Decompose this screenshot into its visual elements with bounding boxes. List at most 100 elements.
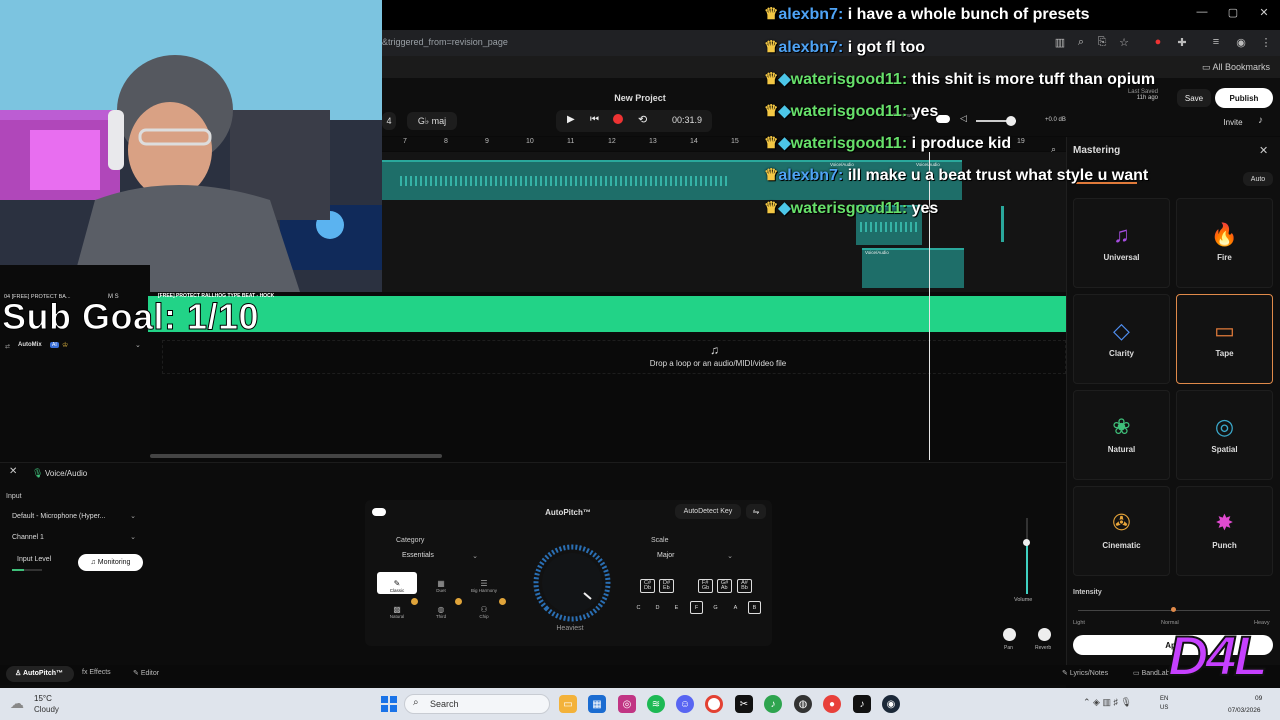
weather-temp[interactable]: 15°C xyxy=(34,694,52,703)
autodetect-key-button[interactable]: AutoDetect Key xyxy=(675,504,741,519)
media-icon[interactable]: ≡ xyxy=(1208,36,1224,48)
bookmark-star-icon[interactable]: ☆ xyxy=(1116,36,1132,49)
spotify-icon[interactable]: ≋ xyxy=(647,695,665,713)
mastering-preset-fire[interactable]: 🔥 Fire xyxy=(1176,198,1273,288)
autopitch-toggle[interactable] xyxy=(372,508,386,516)
menu-kebab-icon[interactable]: ⋮ xyxy=(1258,36,1274,49)
tab-editor[interactable]: ✎ Editor xyxy=(133,669,159,677)
key-a-sharp[interactable]: A# Bb xyxy=(737,579,752,593)
save-button[interactable]: Save xyxy=(1177,89,1211,107)
key-b[interactable]: B xyxy=(748,601,761,614)
tiktok-icon[interactable]: ♪ xyxy=(853,695,871,713)
windows-start-icon[interactable] xyxy=(381,696,397,712)
tab-autopitch[interactable]: ♙ AutoPitch™ xyxy=(15,669,63,677)
steam-icon[interactable]: ◉ xyxy=(882,695,900,713)
scale-select[interactable]: Major ⌄ xyxy=(651,548,739,563)
drop-zone[interactable] xyxy=(162,340,1066,374)
minimize-icon[interactable]: — xyxy=(1190,6,1214,18)
style-classic[interactable]: ✎ Classic xyxy=(377,572,417,594)
chat-username: alexbn7 xyxy=(778,6,838,23)
mastering-preset-tape[interactable]: ▭ Tape xyxy=(1176,294,1273,384)
project-title[interactable]: New Project xyxy=(600,93,680,103)
record-icon[interactable] xyxy=(613,114,623,124)
ruler-tick: 19 xyxy=(1017,138,1025,145)
maximize-icon[interactable]: ▢ xyxy=(1221,6,1245,19)
lyrics-button[interactable]: ✎ Lyrics/Notes xyxy=(1062,669,1108,677)
clock-date[interactable]: 07/03/2026 xyxy=(1228,707,1261,714)
clock-time[interactable]: 09 xyxy=(1255,695,1262,702)
url-text[interactable]: &triggered_from=revision_page xyxy=(382,37,508,47)
settings-sliders-icon[interactable]: ⇋ xyxy=(746,504,766,519)
key-c[interactable]: C xyxy=(632,601,645,614)
store-icon[interactable]: ▦ xyxy=(588,695,606,713)
intensity-thumb[interactable] xyxy=(1171,607,1176,612)
zoom-icon[interactable]: ⌕ xyxy=(1073,36,1089,49)
obs-icon[interactable]: ◍ xyxy=(794,695,812,713)
close-icon[interactable]: ✕ xyxy=(9,466,17,477)
pitch-amount-knob[interactable] xyxy=(528,543,616,623)
mastering-preset-spatial[interactable]: ◎ Spatial xyxy=(1176,390,1273,480)
notifications-icon[interactable]: ♪ xyxy=(1258,115,1263,126)
horizontal-scrollbar[interactable] xyxy=(150,454,442,458)
style-duet[interactable]: ▦ Duet xyxy=(421,572,461,594)
mastering-preset-natural[interactable]: ❀ Natural xyxy=(1073,390,1170,480)
extensions-puzzle-icon[interactable]: ✚ xyxy=(1174,36,1190,49)
language-indicator[interactable]: EN US xyxy=(1160,695,1168,713)
weather-condition[interactable]: Cloudy xyxy=(34,705,59,714)
reader-icon[interactable]: ▥ xyxy=(1052,36,1068,49)
monitoring-button[interactable]: ♫ Monitoring xyxy=(78,554,143,571)
auto-button[interactable]: Auto xyxy=(1243,172,1273,186)
mastering-preset-cinematic[interactable]: ✇ Cinematic xyxy=(1073,486,1170,576)
key-d-sharp[interactable]: D# Eb xyxy=(659,579,674,593)
speaker-icon[interactable]: ◁ xyxy=(960,113,967,124)
key-d[interactable]: D xyxy=(651,601,664,614)
volume-fader-thumb[interactable] xyxy=(1023,539,1030,546)
close-icon[interactable]: ✕ xyxy=(1259,144,1268,157)
volume-fader-track[interactable] xyxy=(1026,518,1028,594)
key-f[interactable]: F xyxy=(690,601,703,614)
key-c-sharp[interactable]: C# Db xyxy=(640,579,655,593)
publish-button[interactable]: Publish xyxy=(1215,88,1273,108)
mastering-preset-punch[interactable]: ✸ Punch xyxy=(1176,486,1273,576)
bar-count[interactable]: 4 xyxy=(382,112,396,130)
rewind-icon[interactable]: ⏮ xyxy=(590,114,599,125)
key-f-sharp[interactable]: F# Gb xyxy=(698,579,713,593)
master-volume-thumb[interactable] xyxy=(1006,116,1016,126)
all-bookmarks-link[interactable]: ▭ All Bookmarks xyxy=(1202,62,1270,73)
play-icon[interactable]: ▶ xyxy=(567,114,575,125)
key-g[interactable]: G xyxy=(709,601,722,614)
tray-icons[interactable]: ⌃ ◈ ▥ ♯ 🎙 xyxy=(1083,697,1132,708)
davinci-icon[interactable]: ● xyxy=(823,695,841,713)
channel-select[interactable]: Channel 1 ⌄ xyxy=(6,529,142,545)
key-e[interactable]: E xyxy=(670,601,683,614)
category-select[interactable]: Essentials ⌄ xyxy=(396,548,484,563)
install-icon[interactable]: ⎘ xyxy=(1094,36,1110,49)
pan-knob[interactable] xyxy=(1003,628,1016,641)
instagram-icon[interactable]: ◎ xyxy=(618,695,636,713)
key-selector[interactable]: G♭ maj xyxy=(407,112,457,130)
mastering-preset-clarity[interactable]: ◇ Clarity xyxy=(1073,294,1170,384)
chevron-down-icon[interactable]: ⌄ xyxy=(135,341,141,349)
capcut-icon[interactable]: ✂ xyxy=(735,695,753,713)
key-g-sharp[interactable]: G# Ab xyxy=(717,579,732,593)
discord-icon[interactable]: ☺ xyxy=(676,695,694,713)
invite-button[interactable]: Invite xyxy=(1217,114,1249,130)
tab-effects[interactable]: fx Effects xyxy=(82,669,111,676)
style-chip[interactable]: ⚇ Chip xyxy=(464,598,504,620)
chrome-icon[interactable] xyxy=(705,695,723,713)
taskbar-search[interactable] xyxy=(404,694,550,714)
style-big-harmony[interactable]: ☰ Big Harmony xyxy=(464,572,504,594)
key-a[interactable]: A xyxy=(729,601,742,614)
reverb-knob[interactable] xyxy=(1038,628,1051,641)
loop-icon[interactable]: ⟲ xyxy=(638,113,647,126)
profile-avatar-icon[interactable]: ◉ xyxy=(1233,36,1249,49)
close-window-icon[interactable]: ✕ xyxy=(1252,6,1276,19)
mastering-preset-universal[interactable]: ♫ Universal xyxy=(1073,198,1170,288)
extension-icon[interactable]: ● xyxy=(1150,36,1166,48)
bandlab-button[interactable]: ▭ BandLab xyxy=(1133,669,1170,677)
bandlab-app-icon[interactable]: ♪ xyxy=(764,695,782,713)
file-explorer-icon[interactable]: ▭ xyxy=(559,695,577,713)
automix-label[interactable]: AutoMix xyxy=(18,342,42,348)
sub-goal-overlay: Sub Goal: 1/10 xyxy=(1,296,260,338)
input-device-select[interactable]: Default - Microphone (Hyper... ⌄ xyxy=(6,508,142,524)
